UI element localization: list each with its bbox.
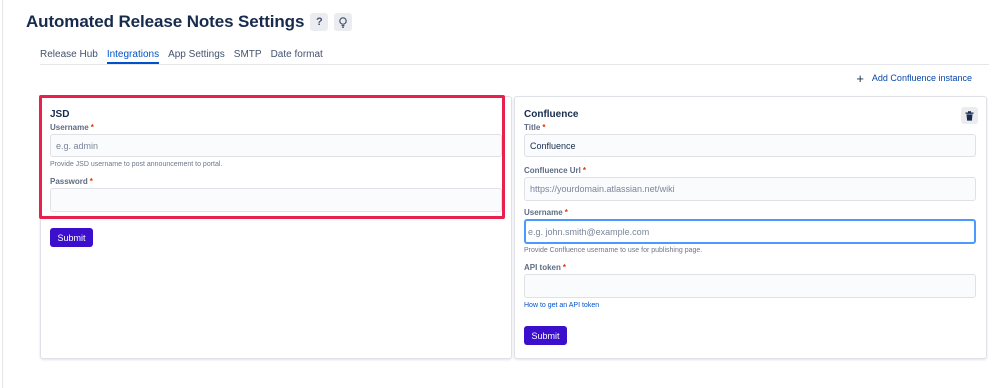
- tab-smtp[interactable]: SMTP: [234, 47, 262, 64]
- jsd-username-label-text: Username: [50, 123, 89, 132]
- page-left-border: [2, 0, 3, 388]
- jsd-username-input[interactable]: e.g. admin: [50, 134, 502, 157]
- tab-integrations[interactable]: Integrations: [106, 47, 160, 64]
- lightbulb-icon-glyph: [339, 16, 348, 28]
- tab-date-format[interactable]: Date format: [271, 47, 323, 64]
- trash-icon: [965, 110, 974, 121]
- confluence-username-label-text: Username: [524, 208, 563, 217]
- required-marker: *: [564, 208, 568, 217]
- api-token-help-link[interactable]: How to get an API token: [524, 302, 599, 309]
- help-button[interactable]: ?: [310, 13, 329, 31]
- confluence-username-input[interactable]: e.g. john.smith@example.com: [524, 219, 976, 244]
- jsd-title: JSD: [50, 109, 70, 120]
- jsd-username-help: Provide JSD username to post announcemen…: [50, 161, 223, 168]
- lightbulb-icon[interactable]: [334, 13, 353, 31]
- add-confluence-instance-button[interactable]: + Add Confluence instance: [856, 70, 972, 86]
- confluence-title-label: Title *: [524, 123, 545, 132]
- jsd-password-label: Password *: [50, 177, 93, 186]
- tab-release-hub[interactable]: Release Hub: [40, 47, 98, 64]
- jsd-submit-button[interactable]: Submit: [50, 228, 93, 247]
- jsd-password-label-text: Password: [50, 177, 88, 186]
- required-marker: *: [582, 166, 587, 175]
- add-confluence-label: Add Confluence instance: [871, 73, 972, 83]
- delete-confluence-button[interactable]: [961, 107, 978, 124]
- confluence-api-token-input[interactable]: [524, 274, 976, 298]
- tab-app-settings[interactable]: App Settings: [168, 47, 225, 64]
- confluence-api-token-label-text: API token: [524, 263, 561, 272]
- confluence-url-label: Confluence Url *: [524, 166, 586, 175]
- confluence-url-label-text: Confluence Url: [524, 166, 581, 175]
- jsd-card: JSD Username * e.g. admin Provide JSD use…: [40, 96, 512, 359]
- required-marker: *: [542, 123, 546, 132]
- confluence-title-label-text: Title: [524, 123, 541, 132]
- page-title: Automated Release Notes Settings: [26, 12, 305, 31]
- required-marker: *: [562, 263, 567, 272]
- jsd-username-label: Username *: [50, 123, 94, 132]
- plus-icon: +: [856, 70, 864, 86]
- required-marker: *: [90, 123, 94, 132]
- confluence-api-token-label: API token *: [524, 263, 566, 272]
- confluence-card: Confluence Title * Confluence Confluence …: [514, 96, 987, 359]
- page-header: Automated Release Notes Settings ?: [26, 12, 353, 32]
- settings-tabs: Release Hub Integrations App Settings SM…: [40, 47, 989, 65]
- jsd-password-input[interactable]: [50, 188, 502, 212]
- confluence-username-label: Username *: [524, 208, 568, 217]
- confluence-title-input[interactable]: Confluence: [524, 134, 976, 157]
- required-marker: *: [89, 177, 93, 186]
- confluence-username-help: Provide Confluence username to use for p…: [524, 247, 703, 254]
- confluence-title: Confluence: [524, 109, 579, 120]
- confluence-submit-button[interactable]: Submit: [524, 326, 567, 345]
- confluence-url-input[interactable]: https://yourdomain.atlassian.net/wiki: [524, 177, 976, 201]
